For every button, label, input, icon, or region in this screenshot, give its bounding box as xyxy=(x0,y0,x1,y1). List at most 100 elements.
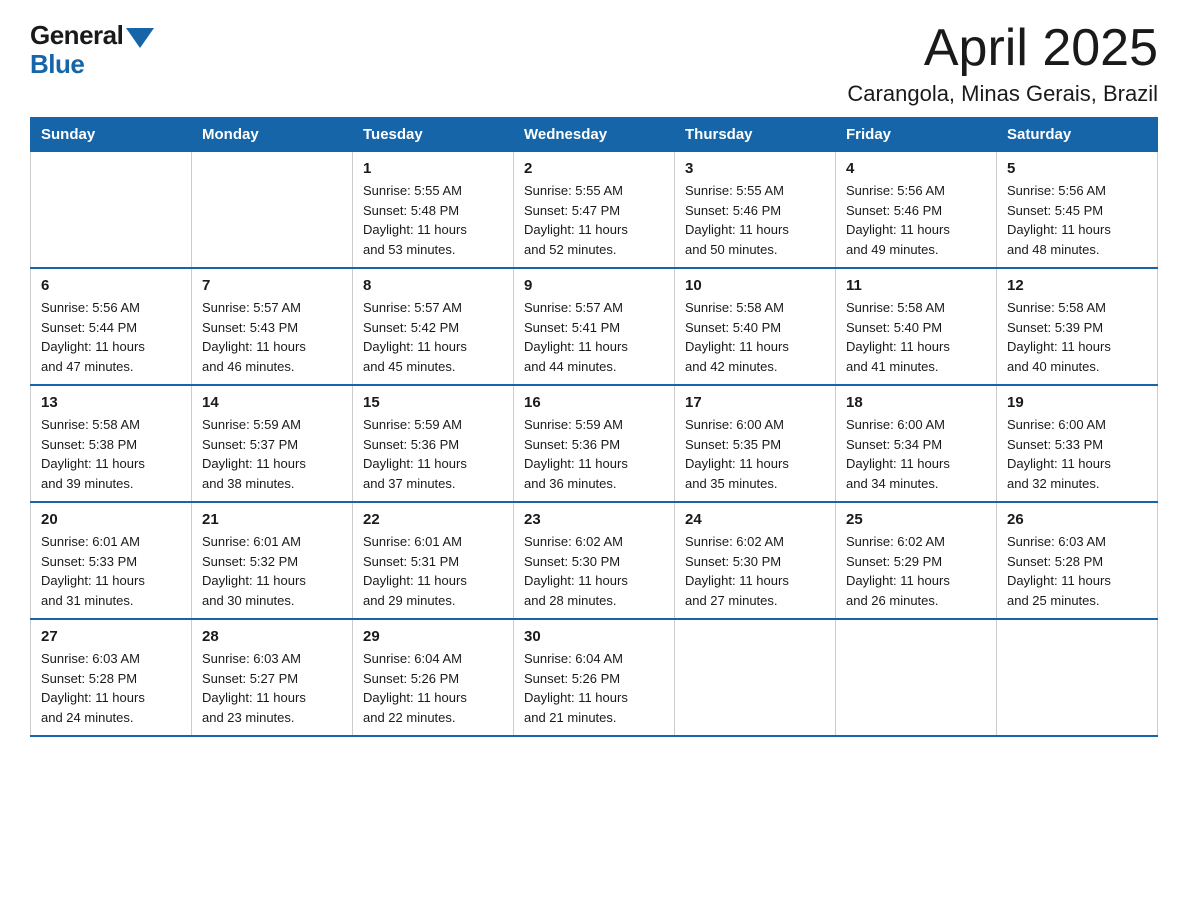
weekday-header-wednesday: Wednesday xyxy=(514,118,675,152)
day-info: Sunrise: 5:57 AM Sunset: 5:43 PM Dayligh… xyxy=(202,298,342,376)
day-number: 30 xyxy=(524,628,664,645)
day-number: 5 xyxy=(1007,160,1147,177)
day-number: 21 xyxy=(202,511,342,528)
day-number: 3 xyxy=(685,160,825,177)
calendar-title: April 2025 xyxy=(847,20,1158,77)
calendar-day-24: 24 Sunrise: 6:02 AM Sunset: 5:30 PM Dayli… xyxy=(675,502,836,619)
calendar-week-row: 27 Sunrise: 6:03 AM Sunset: 5:28 PM Dayli… xyxy=(31,619,1158,736)
day-number: 25 xyxy=(846,511,986,528)
day-info: Sunrise: 6:01 AM Sunset: 5:33 PM Dayligh… xyxy=(41,532,181,610)
day-number: 16 xyxy=(524,394,664,411)
calendar-day-26: 26Sunrise: 6:03 AM Sunset: 5:28 PM Dayli… xyxy=(997,502,1158,619)
day-number: 19 xyxy=(1007,394,1147,411)
calendar-day-23: 23 Sunrise: 6:02 AM Sunset: 5:30 PM Dayli… xyxy=(514,502,675,619)
calendar-day-19: 19 Sunrise: 6:00 AM Sunset: 5:33 PM Dayli… xyxy=(997,385,1158,502)
day-info: Sunrise: 5:57 AM Sunset: 5:41 PM Dayligh… xyxy=(524,298,664,376)
day-number: 18 xyxy=(846,394,986,411)
calendar-week-row: 20 Sunrise: 6:01 AM Sunset: 5:33 PM Dayli… xyxy=(31,502,1158,619)
calendar-day-9: 9 Sunrise: 5:57 AM Sunset: 5:41 PM Daylig… xyxy=(514,268,675,385)
day-info: Sunrise: 5:55 AM Sunset: 5:47 PM Dayligh… xyxy=(524,181,664,259)
day-number: 1 xyxy=(363,160,503,177)
calendar-day-22: 22Sunrise: 6:01 AM Sunset: 5:31 PM Dayli… xyxy=(353,502,514,619)
title-block: April 2025 Carangola, Minas Gerais, Braz… xyxy=(847,20,1158,107)
day-info: Sunrise: 5:58 AM Sunset: 5:40 PM Dayligh… xyxy=(846,298,986,376)
weekday-header-monday: Monday xyxy=(192,118,353,152)
calendar-header: SundayMondayTuesdayWednesdayThursdayFrid… xyxy=(31,118,1158,152)
day-number: 23 xyxy=(524,511,664,528)
day-info: Sunrise: 5:57 AM Sunset: 5:42 PM Dayligh… xyxy=(363,298,503,376)
day-number: 20 xyxy=(41,511,181,528)
day-number: 29 xyxy=(363,628,503,645)
day-info: Sunrise: 6:02 AM Sunset: 5:29 PM Dayligh… xyxy=(846,532,986,610)
day-info: Sunrise: 5:55 AM Sunset: 5:48 PM Dayligh… xyxy=(363,181,503,259)
day-number: 15 xyxy=(363,394,503,411)
day-info: Sunrise: 6:03 AM Sunset: 5:27 PM Dayligh… xyxy=(202,649,342,727)
calendar-day-10: 10 Sunrise: 5:58 AM Sunset: 5:40 PM Dayli… xyxy=(675,268,836,385)
calendar-day-25: 25 Sunrise: 6:02 AM Sunset: 5:29 PM Dayli… xyxy=(836,502,997,619)
day-info: Sunrise: 6:02 AM Sunset: 5:30 PM Dayligh… xyxy=(685,532,825,610)
day-number: 8 xyxy=(363,277,503,294)
calendar-day-7: 7 Sunrise: 5:57 AM Sunset: 5:43 PM Daylig… xyxy=(192,268,353,385)
day-number: 10 xyxy=(685,277,825,294)
day-number: 7 xyxy=(202,277,342,294)
day-number: 24 xyxy=(685,511,825,528)
weekday-header-tuesday: Tuesday xyxy=(353,118,514,152)
day-number: 27 xyxy=(41,628,181,645)
day-info: Sunrise: 5:56 AM Sunset: 5:44 PM Dayligh… xyxy=(41,298,181,376)
calendar-day-17: 17 Sunrise: 6:00 AM Sunset: 5:35 PM Dayli… xyxy=(675,385,836,502)
calendar-day-12: 12Sunrise: 5:58 AM Sunset: 5:39 PM Dayli… xyxy=(997,268,1158,385)
weekday-header-thursday: Thursday xyxy=(675,118,836,152)
day-number: 17 xyxy=(685,394,825,411)
calendar-day-16: 16 Sunrise: 5:59 AM Sunset: 5:36 PM Dayli… xyxy=(514,385,675,502)
day-info: Sunrise: 6:02 AM Sunset: 5:30 PM Dayligh… xyxy=(524,532,664,610)
day-info: Sunrise: 5:59 AM Sunset: 5:36 PM Dayligh… xyxy=(524,415,664,493)
calendar-day-14: 14Sunrise: 5:59 AM Sunset: 5:37 PM Dayli… xyxy=(192,385,353,502)
day-number: 6 xyxy=(41,277,181,294)
calendar-day-empty xyxy=(997,619,1158,736)
logo-triangle-icon xyxy=(126,28,154,48)
day-info: Sunrise: 6:00 AM Sunset: 5:35 PM Dayligh… xyxy=(685,415,825,493)
calendar-table: SundayMondayTuesdayWednesdayThursdayFrid… xyxy=(30,117,1158,737)
day-info: Sunrise: 5:56 AM Sunset: 5:45 PM Dayligh… xyxy=(1007,181,1147,259)
day-info: Sunrise: 6:00 AM Sunset: 5:33 PM Dayligh… xyxy=(1007,415,1147,493)
calendar-week-row: 13Sunrise: 5:58 AM Sunset: 5:38 PM Dayli… xyxy=(31,385,1158,502)
calendar-week-row: 1 Sunrise: 5:55 AM Sunset: 5:48 PM Daylig… xyxy=(31,152,1158,269)
weekday-header-row: SundayMondayTuesdayWednesdayThursdayFrid… xyxy=(31,118,1158,152)
calendar-day-13: 13Sunrise: 5:58 AM Sunset: 5:38 PM Dayli… xyxy=(31,385,192,502)
day-number: 11 xyxy=(846,277,986,294)
calendar-day-2: 2 Sunrise: 5:55 AM Sunset: 5:47 PM Daylig… xyxy=(514,152,675,269)
calendar-day-empty xyxy=(192,152,353,269)
day-info: Sunrise: 5:59 AM Sunset: 5:36 PM Dayligh… xyxy=(363,415,503,493)
day-info: Sunrise: 5:58 AM Sunset: 5:40 PM Dayligh… xyxy=(685,298,825,376)
calendar-day-30: 30Sunrise: 6:04 AM Sunset: 5:26 PM Dayli… xyxy=(514,619,675,736)
day-info: Sunrise: 6:03 AM Sunset: 5:28 PM Dayligh… xyxy=(41,649,181,727)
calendar-day-15: 15 Sunrise: 5:59 AM Sunset: 5:36 PM Dayli… xyxy=(353,385,514,502)
day-number: 12 xyxy=(1007,277,1147,294)
calendar-day-empty xyxy=(675,619,836,736)
day-info: Sunrise: 6:04 AM Sunset: 5:26 PM Dayligh… xyxy=(363,649,503,727)
day-info: Sunrise: 5:55 AM Sunset: 5:46 PM Dayligh… xyxy=(685,181,825,259)
calendar-day-8: 8 Sunrise: 5:57 AM Sunset: 5:42 PM Daylig… xyxy=(353,268,514,385)
day-number: 9 xyxy=(524,277,664,294)
calendar-subtitle: Carangola, Minas Gerais, Brazil xyxy=(847,81,1158,107)
day-number: 22 xyxy=(363,511,503,528)
calendar-day-20: 20 Sunrise: 6:01 AM Sunset: 5:33 PM Dayli… xyxy=(31,502,192,619)
day-number: 2 xyxy=(524,160,664,177)
calendar-day-27: 27 Sunrise: 6:03 AM Sunset: 5:28 PM Dayli… xyxy=(31,619,192,736)
calendar-day-21: 21Sunrise: 6:01 AM Sunset: 5:32 PM Dayli… xyxy=(192,502,353,619)
weekday-header-sunday: Sunday xyxy=(31,118,192,152)
logo: General Blue xyxy=(30,20,154,80)
day-number: 26 xyxy=(1007,511,1147,528)
calendar-day-18: 18Sunrise: 6:00 AM Sunset: 5:34 PM Dayli… xyxy=(836,385,997,502)
page-header: General Blue April 2025 Carangola, Minas… xyxy=(30,20,1158,107)
calendar-day-empty xyxy=(836,619,997,736)
day-info: Sunrise: 5:59 AM Sunset: 5:37 PM Dayligh… xyxy=(202,415,342,493)
logo-blue-text: Blue xyxy=(30,49,84,80)
calendar-body: 1 Sunrise: 5:55 AM Sunset: 5:48 PM Daylig… xyxy=(31,152,1158,737)
calendar-day-1: 1 Sunrise: 5:55 AM Sunset: 5:48 PM Daylig… xyxy=(353,152,514,269)
calendar-day-4: 4Sunrise: 5:56 AM Sunset: 5:46 PM Daylig… xyxy=(836,152,997,269)
calendar-day-6: 6 Sunrise: 5:56 AM Sunset: 5:44 PM Daylig… xyxy=(31,268,192,385)
calendar-day-3: 3 Sunrise: 5:55 AM Sunset: 5:46 PM Daylig… xyxy=(675,152,836,269)
calendar-day-5: 5 Sunrise: 5:56 AM Sunset: 5:45 PM Daylig… xyxy=(997,152,1158,269)
day-info: Sunrise: 5:58 AM Sunset: 5:38 PM Dayligh… xyxy=(41,415,181,493)
